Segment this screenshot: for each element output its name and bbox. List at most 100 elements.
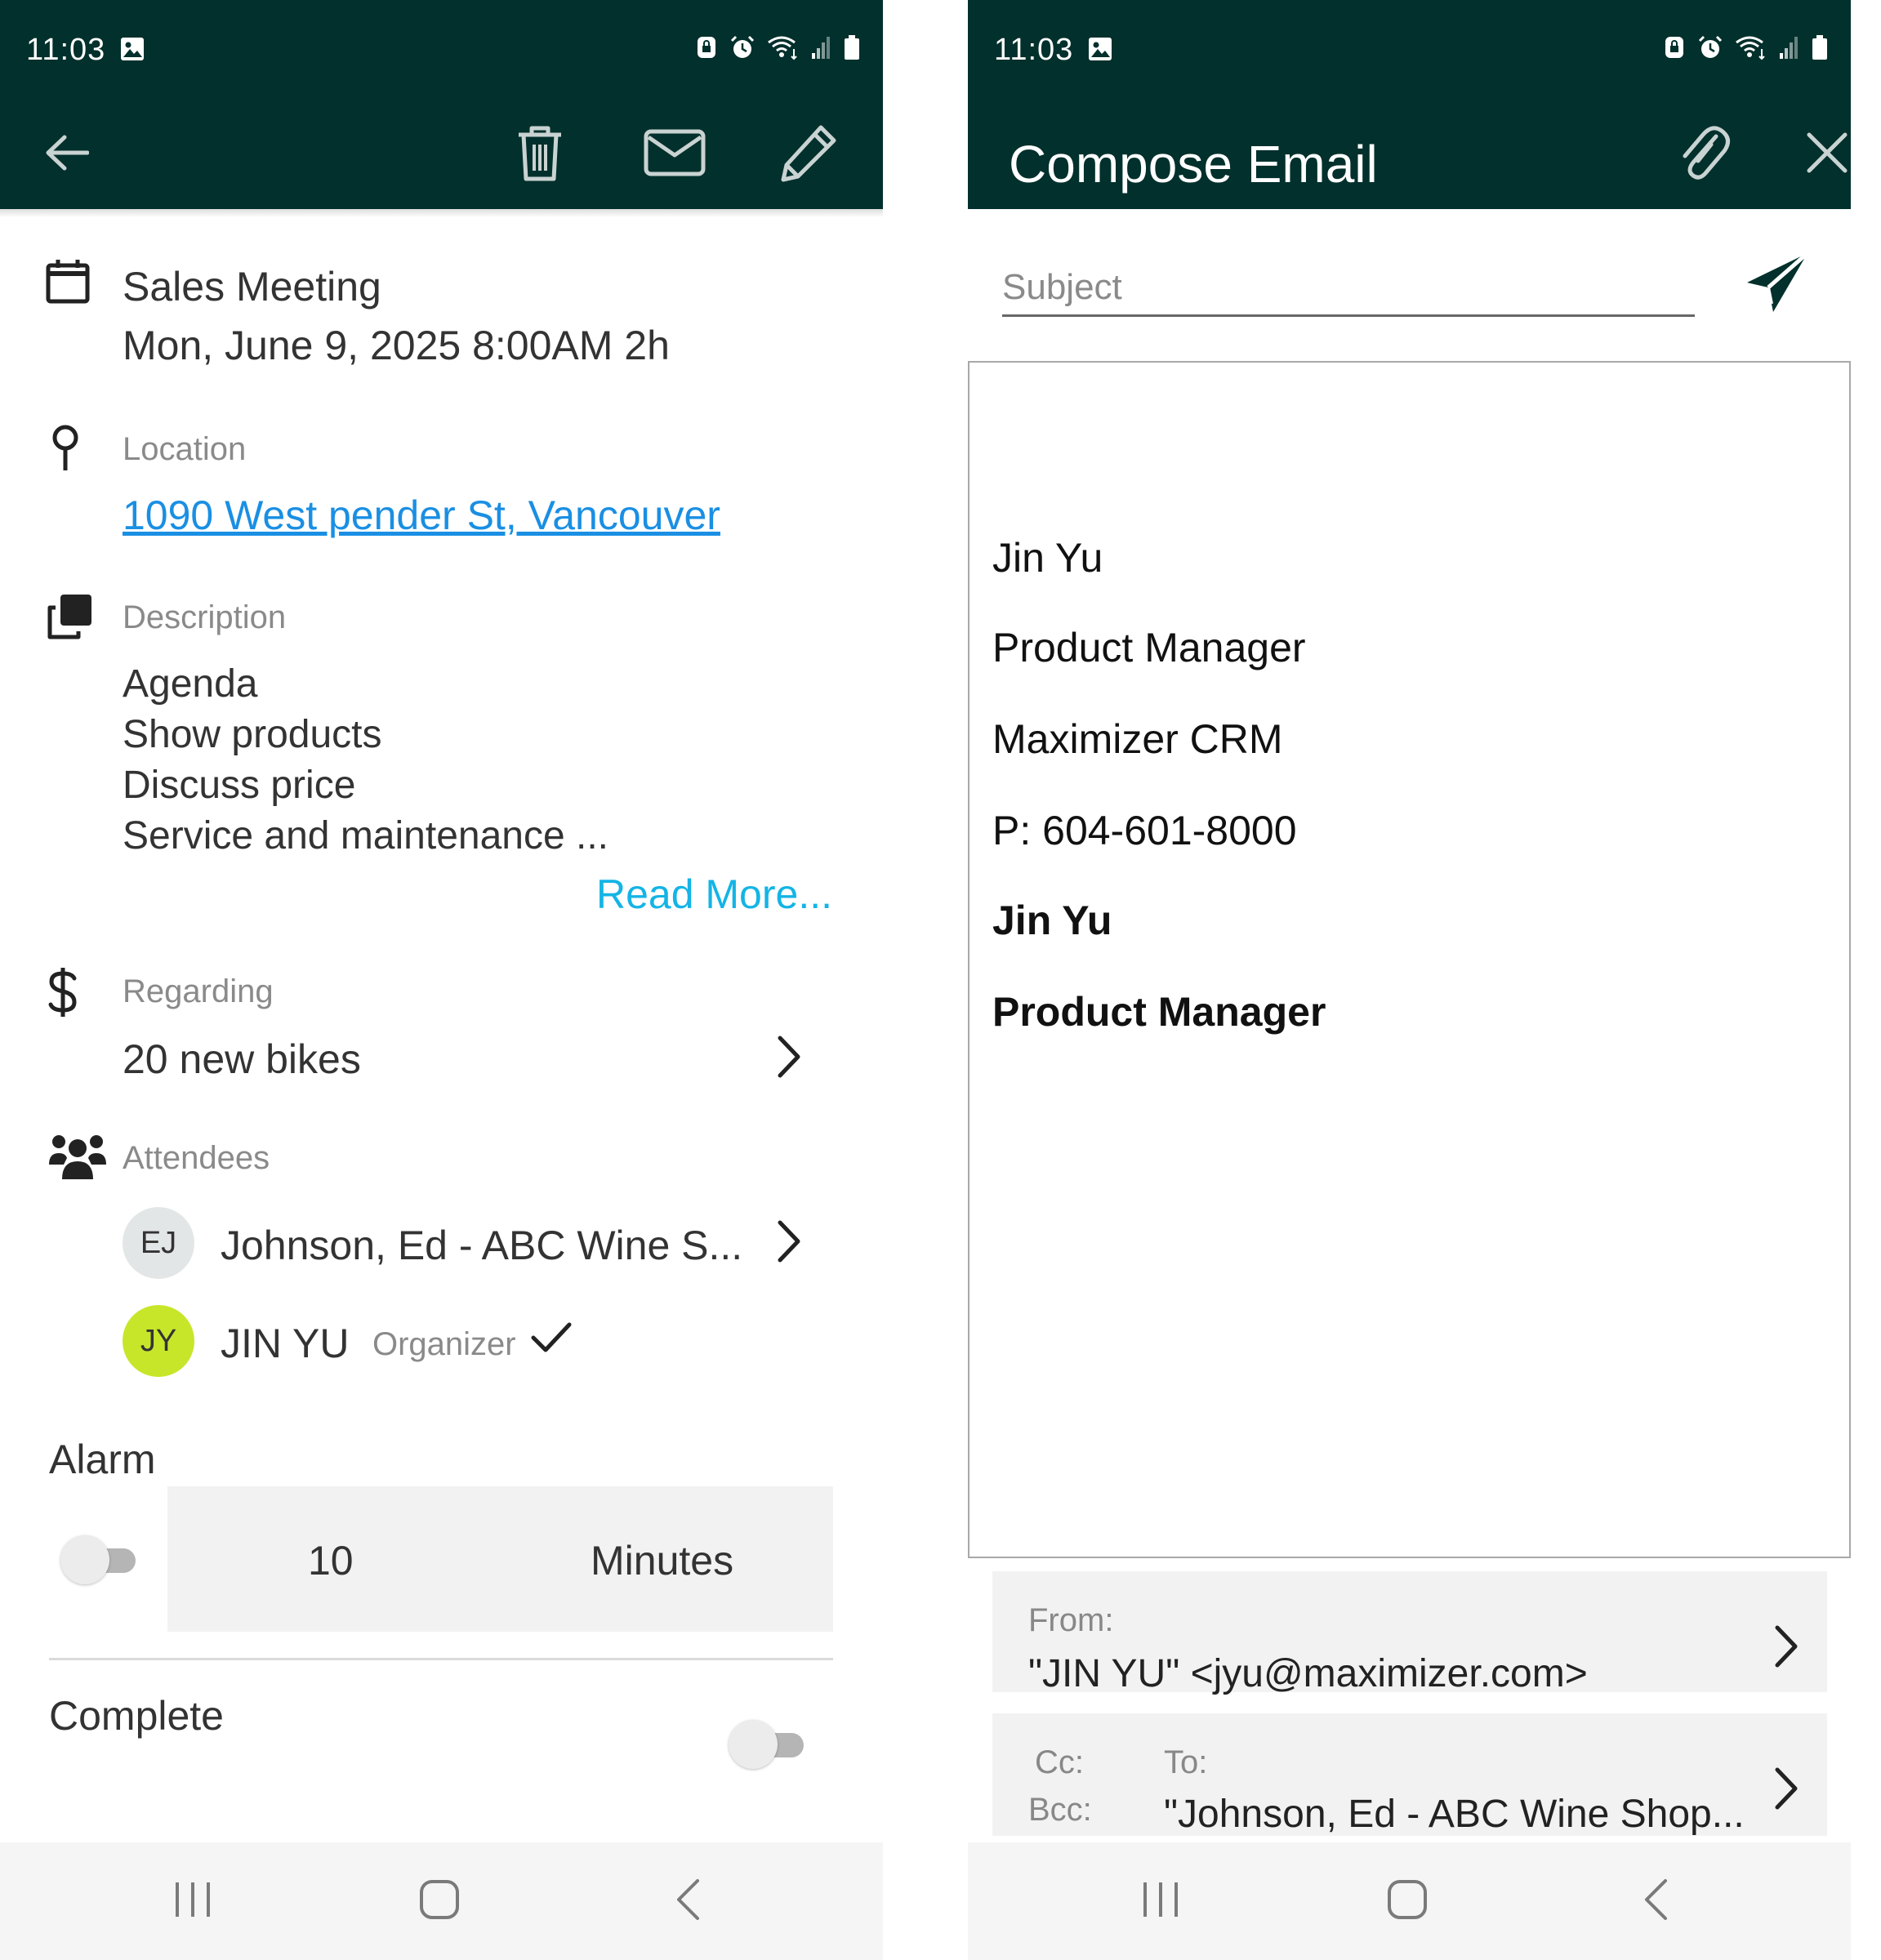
- status-bar: 11:03: [968, 0, 1851, 100]
- paperclip-icon: [1678, 120, 1731, 189]
- complete-toggle[interactable]: [729, 1720, 804, 1769]
- event-datetime: Mon, June 9, 2025 8:00AM 2h: [123, 323, 670, 368]
- signal-icon: [1779, 35, 1800, 64]
- lock-rotate-icon: [695, 34, 718, 65]
- from-field[interactable]: From: "JIN YU" <jyu@maximizer.com>: [992, 1571, 1827, 1695]
- read-more-link[interactable]: Read More...: [596, 871, 832, 918]
- to-label: To:: [1164, 1744, 1208, 1780]
- location-address-link[interactable]: 1090 West pender St, Vancouver: [123, 492, 720, 539]
- attendees-label: Attendees: [123, 1140, 270, 1176]
- description-icon: [46, 593, 93, 644]
- recent-apps-button[interactable]: [127, 1842, 258, 1960]
- alarm-toggle[interactable]: [60, 1535, 136, 1584]
- regarding-chevron-button[interactable]: [773, 1034, 805, 1083]
- location-label: Location: [123, 431, 247, 467]
- avatar: EJ: [123, 1207, 194, 1279]
- attendee-chevron-button[interactable]: [773, 1218, 805, 1267]
- regarding-value[interactable]: 20 new bikes: [123, 1036, 361, 1083]
- home-icon: [419, 1879, 460, 1924]
- attach-button[interactable]: [1656, 100, 1754, 209]
- recent-apps-button[interactable]: [1095, 1842, 1226, 1960]
- home-button[interactable]: [1342, 1842, 1473, 1960]
- complete-label: Complete: [49, 1693, 224, 1739]
- signature-line: Jin Yu: [992, 535, 1103, 581]
- description-line: Agenda: [123, 662, 258, 706]
- location-pin-icon: [51, 425, 80, 476]
- back-button[interactable]: [18, 100, 116, 209]
- chevron-left-icon: [1643, 1878, 1668, 1925]
- appbar-shadow: [0, 209, 883, 217]
- email-body-editor[interactable]: Jin Yu Product Manager Maximizer CRM P: …: [968, 361, 1851, 1558]
- attendee-name: Johnson, Ed - ABC Wine S...: [221, 1223, 743, 1268]
- recipients-field[interactable]: Cc: Bcc: To: "Johnson, Ed - ABC Wine Sho…: [992, 1713, 1827, 1836]
- cc-label: Cc:: [1035, 1744, 1084, 1780]
- signature-line: Maximizer CRM: [992, 716, 1283, 762]
- send-button[interactable]: [1744, 250, 1811, 321]
- from-label: From:: [1028, 1602, 1114, 1638]
- image-notification-icon: [119, 36, 145, 66]
- page-title: Compose Email: [1009, 135, 1378, 194]
- organizer-badge: Organizer: [372, 1326, 516, 1362]
- alarm-unit[interactable]: Minutes: [591, 1537, 733, 1584]
- edit-button[interactable]: [760, 100, 858, 209]
- battery-icon: [844, 34, 860, 65]
- people-group-icon: [47, 1132, 108, 1185]
- alarm-value[interactable]: 10: [308, 1537, 354, 1584]
- system-back-button[interactable]: [622, 1842, 753, 1960]
- arrow-left-icon: [45, 134, 90, 176]
- signature-line: P: 604-601-8000: [992, 808, 1297, 853]
- alarm-label: Alarm: [49, 1437, 156, 1482]
- system-back-button[interactable]: [1590, 1842, 1721, 1960]
- system-nav-bar: [968, 1842, 1851, 1960]
- alarm-clock-icon: [1697, 34, 1723, 65]
- top-app-bar: [0, 100, 883, 209]
- signature-bold-line: Product Manager: [992, 989, 1326, 1035]
- battery-icon: [1812, 34, 1828, 65]
- top-app-bar: Compose Email: [968, 100, 1851, 209]
- alarm-duration-picker[interactable]: 10 Minutes: [167, 1486, 833, 1632]
- dollar-icon: [47, 967, 78, 1022]
- compose-email-screen: 11:03 Compose Email Jin Yu Product Manag…: [968, 0, 1851, 1960]
- status-time: 11:03: [994, 33, 1074, 67]
- description-line: Service and maintenance ...: [123, 814, 609, 858]
- image-notification-icon: [1087, 36, 1113, 66]
- section-divider: [49, 1658, 833, 1660]
- system-nav-bar: [0, 1842, 883, 1960]
- alarm-clock-icon: [729, 34, 756, 65]
- to-value: "Johnson, Ed - ABC Wine Shop...: [1164, 1793, 1745, 1836]
- calendar-icon: [46, 258, 90, 308]
- signal-icon: [811, 35, 832, 64]
- close-icon: [1806, 131, 1848, 178]
- chevron-right-icon: [1775, 1625, 1798, 1672]
- delete-button[interactable]: [491, 100, 589, 209]
- email-button[interactable]: [626, 100, 724, 209]
- avatar: JY: [123, 1305, 194, 1377]
- close-button[interactable]: [1778, 100, 1851, 209]
- description-label: Description: [123, 599, 287, 635]
- chevron-right-icon: [778, 1220, 800, 1267]
- description-line: Discuss price: [123, 764, 356, 807]
- chevron-right-icon: [778, 1036, 800, 1082]
- lock-rotate-icon: [1663, 34, 1686, 65]
- paper-plane-icon: [1744, 252, 1811, 320]
- from-value: "JIN YU" <jyu@maximizer.com>: [1028, 1652, 1588, 1695]
- regarding-label: Regarding: [123, 973, 274, 1009]
- wifi-icon: [1735, 34, 1767, 65]
- appointment-detail-screen: 11:03 Sales Meeting Mon, June 9, 2025 8:…: [0, 0, 883, 1960]
- pencil-icon: [778, 122, 839, 187]
- home-button[interactable]: [374, 1842, 505, 1960]
- recent-apps-icon: [1140, 1881, 1181, 1922]
- chevron-right-icon: [1775, 1767, 1798, 1814]
- bcc-label: Bcc:: [1028, 1792, 1092, 1828]
- subject-input[interactable]: [1002, 260, 1695, 317]
- description-line: Show products: [123, 713, 382, 756]
- event-title: Sales Meeting: [123, 264, 381, 310]
- trash-icon: [515, 123, 564, 186]
- attendee-name: JIN YU: [221, 1321, 350, 1366]
- checkmark-icon: [531, 1321, 572, 1358]
- signature-bold-line: Jin Yu: [992, 898, 1112, 943]
- status-bar: 11:03: [0, 0, 883, 100]
- signature-line: Product Manager: [992, 625, 1306, 670]
- wifi-icon: [767, 34, 800, 65]
- status-time: 11:03: [26, 33, 106, 67]
